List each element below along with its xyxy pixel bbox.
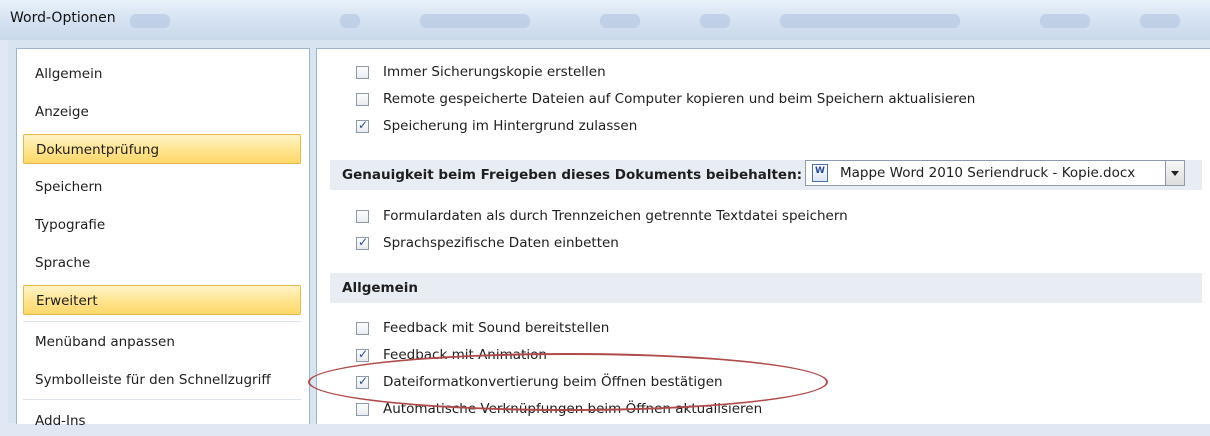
checkbox-hintergrund-speichern[interactable] xyxy=(356,118,369,133)
sidebar-item-label: Menüband anpassen xyxy=(35,334,175,350)
document-select-value: Mappe Word 2010 Seriendruck - Kopie.docx xyxy=(840,165,1136,181)
options-sidebar: Allgemein Anzeige Dokumentprüfung Speich… xyxy=(16,48,310,429)
section-title: Allgemein xyxy=(342,280,418,296)
sidebar-item-label: Symbolleiste für den Schnellzugriff xyxy=(35,372,271,388)
sidebar-item-anzeige[interactable]: Anzeige xyxy=(23,97,301,127)
option-label: Immer Sicherungskopie erstellen xyxy=(383,64,606,80)
sidebar-item-erweitert[interactable]: Erweitert xyxy=(23,285,301,315)
sidebar-item-label: Anzeige xyxy=(35,104,89,120)
checkbox-remote-dateien[interactable] xyxy=(356,93,369,106)
option-label: Sprachspezifische Daten einbetten xyxy=(383,235,619,251)
blurred-toolbar-bit xyxy=(600,14,640,28)
blurred-toolbar-bit xyxy=(340,14,360,28)
checkbox-feedback-sound[interactable] xyxy=(356,322,369,335)
option-label: Feedback mit Animation xyxy=(383,347,547,363)
sidebar-item-label: Allgemein xyxy=(35,66,103,82)
section-title: Genauigkeit beim Freigeben dieses Dokume… xyxy=(342,167,803,183)
checkbox-sprachdaten[interactable] xyxy=(356,235,369,250)
option-label: Dateiformatkonvertierung beim Öffnen bes… xyxy=(383,374,723,390)
sidebar-item-label: Speichern xyxy=(35,179,103,195)
blurred-toolbar-bit xyxy=(420,14,530,28)
word-document-icon xyxy=(812,164,828,182)
option-label: Automatische Verknüpfungen beim Öffnen a… xyxy=(383,401,763,417)
checkbox-formulardaten[interactable] xyxy=(356,210,369,223)
sidebar-item-menueband-anpassen[interactable]: Menüband anpassen xyxy=(23,327,301,357)
sidebar-item-dokumentpruefung[interactable]: Dokumentprüfung xyxy=(23,134,301,164)
chevron-down-icon[interactable] xyxy=(1165,161,1184,185)
checkbox-feedback-animation[interactable] xyxy=(356,347,369,362)
sidebar-item-speichern[interactable]: Speichern xyxy=(23,172,301,202)
checkbox-sicherungskopie[interactable] xyxy=(356,66,369,79)
document-select[interactable]: Mappe Word 2010 Seriendruck - Kopie.docx xyxy=(805,160,1185,186)
blurred-toolbar-bit xyxy=(1040,14,1090,28)
blurred-toolbar-bit xyxy=(780,14,960,28)
sidebar-item-label: Sprache xyxy=(35,255,91,271)
checkbox-automatische-verknuepfungen[interactable] xyxy=(356,403,369,416)
sidebar-item-typografie[interactable]: Typografie xyxy=(23,210,301,240)
sidebar-item-sprache[interactable]: Sprache xyxy=(23,248,301,278)
sidebar-divider xyxy=(23,399,301,400)
blurred-toolbar-bit xyxy=(700,14,730,28)
checkbox-dateiformatkonvertierung[interactable] xyxy=(356,374,369,389)
sidebar-item-label: Dokumentprüfung xyxy=(36,142,160,158)
sidebar-divider xyxy=(23,321,301,322)
option-label: Speicherung im Hintergrund zulassen xyxy=(383,118,638,134)
blurred-toolbar-bit xyxy=(130,14,170,28)
option-label: Feedback mit Sound bereitstellen xyxy=(383,320,610,336)
section-allgemein: Allgemein xyxy=(330,273,1202,303)
sidebar-item-add-ins[interactable]: Add-Ins xyxy=(23,406,301,436)
option-label: Formulardaten als durch Trennzeichen get… xyxy=(383,208,848,224)
sidebar-item-allgemein[interactable]: Allgemein xyxy=(23,59,301,89)
sidebar-item-label: Typografie xyxy=(35,217,106,233)
sidebar-item-schnellzugriff[interactable]: Symbolleiste für den Schnellzugriff xyxy=(23,365,301,395)
sidebar-item-label: Erweitert xyxy=(36,293,98,309)
sidebar-item-label: Add-Ins xyxy=(35,413,86,429)
option-label: Remote gespeicherte Dateien auf Computer… xyxy=(383,91,976,107)
blurred-toolbar-bit xyxy=(1140,14,1180,28)
window-title: Word-Optionen xyxy=(10,10,116,26)
title-bar: Word-Optionen xyxy=(0,0,1210,40)
